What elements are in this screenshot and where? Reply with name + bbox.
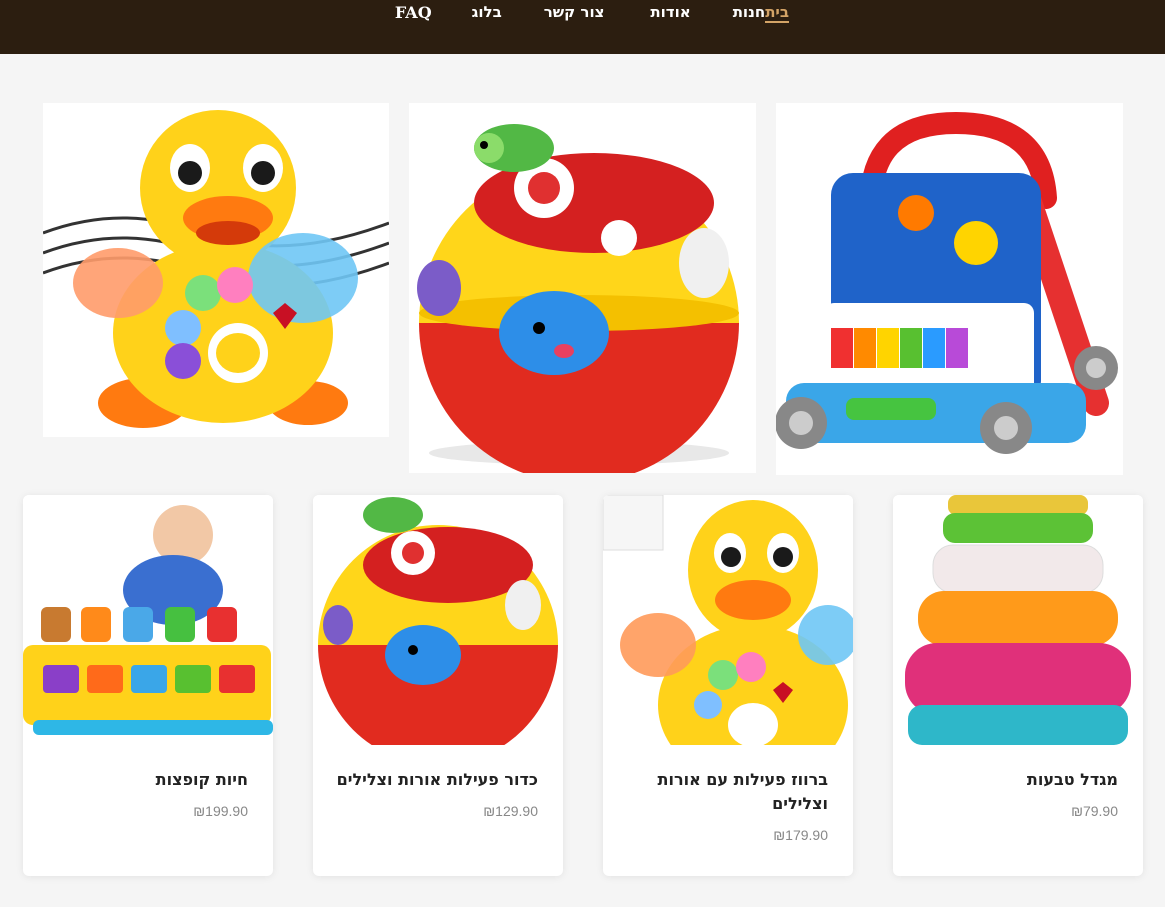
product-price: ₪199.90 — [193, 803, 248, 819]
product-title[interactable]: חיות קופצות — [38, 768, 248, 792]
activity-ball-product-image[interactable] — [313, 495, 563, 745]
nav-home[interactable]: בית — [765, 0, 789, 23]
product-price: ₪179.90 — [773, 827, 828, 843]
product-card[interactable]: כדור פעילות אורות וצלילים ₪129.90 — [313, 495, 563, 876]
nav-about[interactable]: אודות — [650, 0, 690, 21]
product-card[interactable]: מגדל טבעות ₪79.90 — [893, 495, 1143, 876]
nav-blog[interactable]: בלוג — [472, 0, 502, 21]
nav-faq[interactable]: FAQ — [395, 0, 432, 22]
activity-ball-image[interactable] — [409, 103, 756, 473]
main-nav: בית חנות אודות צור קשר בלוג FAQ — [355, 0, 789, 40]
product-title[interactable]: מגדל טבעות — [908, 768, 1118, 792]
product-price: ₪79.90 — [1071, 803, 1118, 819]
product-card[interactable]: ברווז פעילות עם אורות וצלילים ₪179.90 — [603, 495, 853, 876]
product-card[interactable]: חיות קופצות ₪199.90 — [23, 495, 273, 876]
dancing-duck-image[interactable] — [43, 103, 389, 437]
product-title[interactable]: כדור פעילות אורות וצלילים — [328, 768, 538, 792]
nav-shop[interactable]: חנות — [733, 0, 766, 21]
activity-walker-image[interactable] — [776, 103, 1123, 475]
product-price: ₪129.90 — [483, 803, 538, 819]
product-title[interactable]: ברווז פעילות עם אורות וצלילים — [618, 768, 828, 816]
ring-stacker-image[interactable] — [893, 495, 1143, 745]
pop-up-animals-image[interactable] — [23, 495, 273, 745]
nav-contact[interactable]: צור קשר — [544, 0, 605, 21]
top-navigation-bar: בית חנות אודות צור קשר בלוג FAQ — [0, 0, 1165, 54]
duck-product-image[interactable] — [603, 495, 853, 745]
